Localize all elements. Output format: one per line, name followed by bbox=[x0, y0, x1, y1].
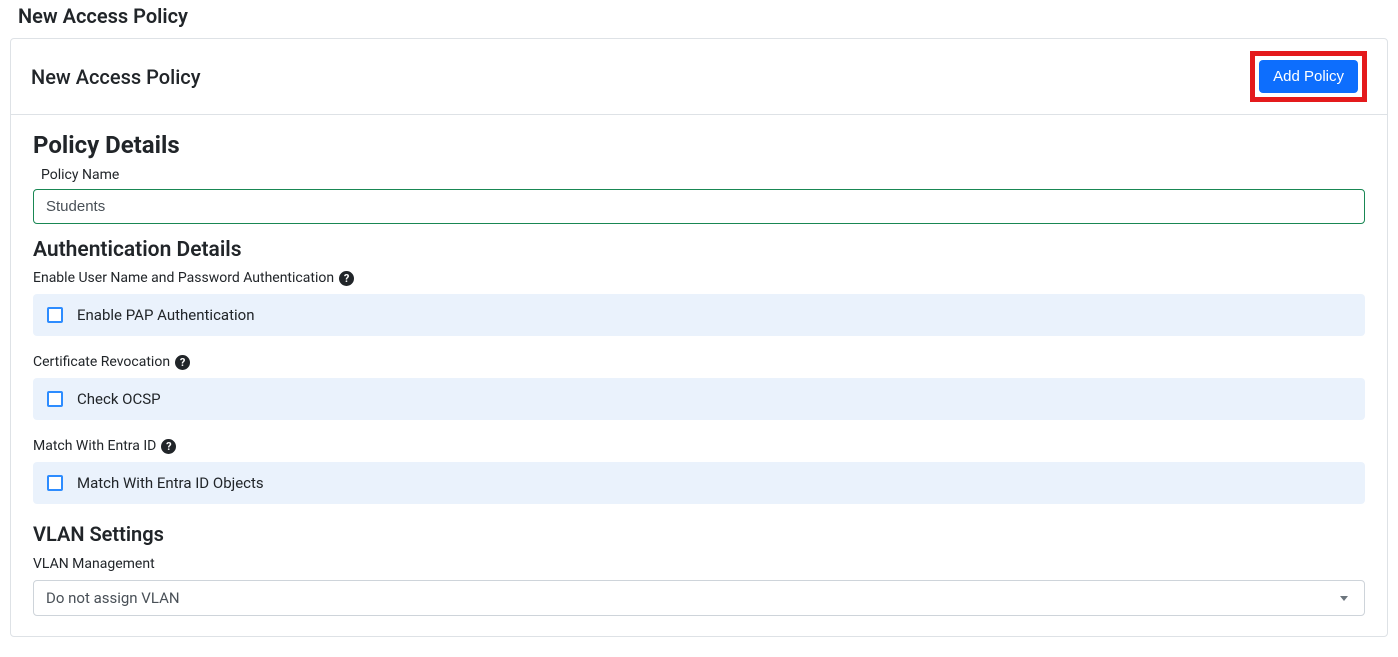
chevron-down-icon bbox=[1340, 596, 1348, 601]
enable-user-pass-label: Enable User Name and Password Authentica… bbox=[33, 270, 1365, 286]
policy-details-title: Policy Details bbox=[33, 131, 1365, 159]
vlan-management-label: VLAN Management bbox=[33, 556, 1365, 572]
check-ocsp-checkbox[interactable] bbox=[47, 391, 63, 407]
check-ocsp-row: Check OCSP bbox=[33, 378, 1365, 420]
help-icon[interactable]: ? bbox=[161, 439, 176, 454]
enable-user-pass-text: Enable User Name and Password Authentica… bbox=[33, 270, 334, 286]
check-ocsp-label: Check OCSP bbox=[77, 390, 161, 408]
card-header: New Access Policy Add Policy bbox=[11, 39, 1387, 115]
cert-revocation-label: Certificate Revocation ? bbox=[33, 354, 1365, 370]
policy-name-input[interactable] bbox=[33, 189, 1365, 224]
enable-pap-label: Enable PAP Authentication bbox=[77, 306, 254, 324]
policy-card: New Access Policy Add Policy Policy Deta… bbox=[10, 38, 1388, 637]
match-entra-objects-row: Match With Entra ID Objects bbox=[33, 462, 1365, 504]
cert-revocation-text: Certificate Revocation bbox=[33, 354, 170, 370]
enable-pap-checkbox[interactable] bbox=[47, 307, 63, 323]
help-icon[interactable]: ? bbox=[175, 355, 190, 370]
page-title: New Access Policy bbox=[8, 0, 1390, 38]
vlan-selected-value: Do not assign VLAN bbox=[46, 589, 180, 607]
match-entra-label: Match With Entra ID ? bbox=[33, 438, 1365, 454]
policy-name-label: Policy Name bbox=[41, 167, 1365, 183]
match-entra-objects-label: Match With Entra ID Objects bbox=[77, 474, 264, 492]
match-entra-text: Match With Entra ID bbox=[33, 438, 156, 454]
help-icon[interactable]: ? bbox=[339, 271, 354, 286]
auth-details-title: Authentication Details bbox=[33, 238, 1365, 262]
add-policy-highlight: Add Policy bbox=[1250, 51, 1367, 102]
match-entra-objects-checkbox[interactable] bbox=[47, 475, 63, 491]
enable-pap-row: Enable PAP Authentication bbox=[33, 294, 1365, 336]
vlan-select-wrapper: Do not assign VLAN bbox=[33, 580, 1365, 616]
card-header-title: New Access Policy bbox=[31, 65, 201, 89]
add-policy-button[interactable]: Add Policy bbox=[1259, 60, 1358, 93]
vlan-settings-title: VLAN Settings bbox=[33, 522, 1365, 546]
vlan-management-select[interactable]: Do not assign VLAN bbox=[33, 580, 1365, 616]
card-body: Policy Details Policy Name Authenticatio… bbox=[11, 115, 1387, 636]
